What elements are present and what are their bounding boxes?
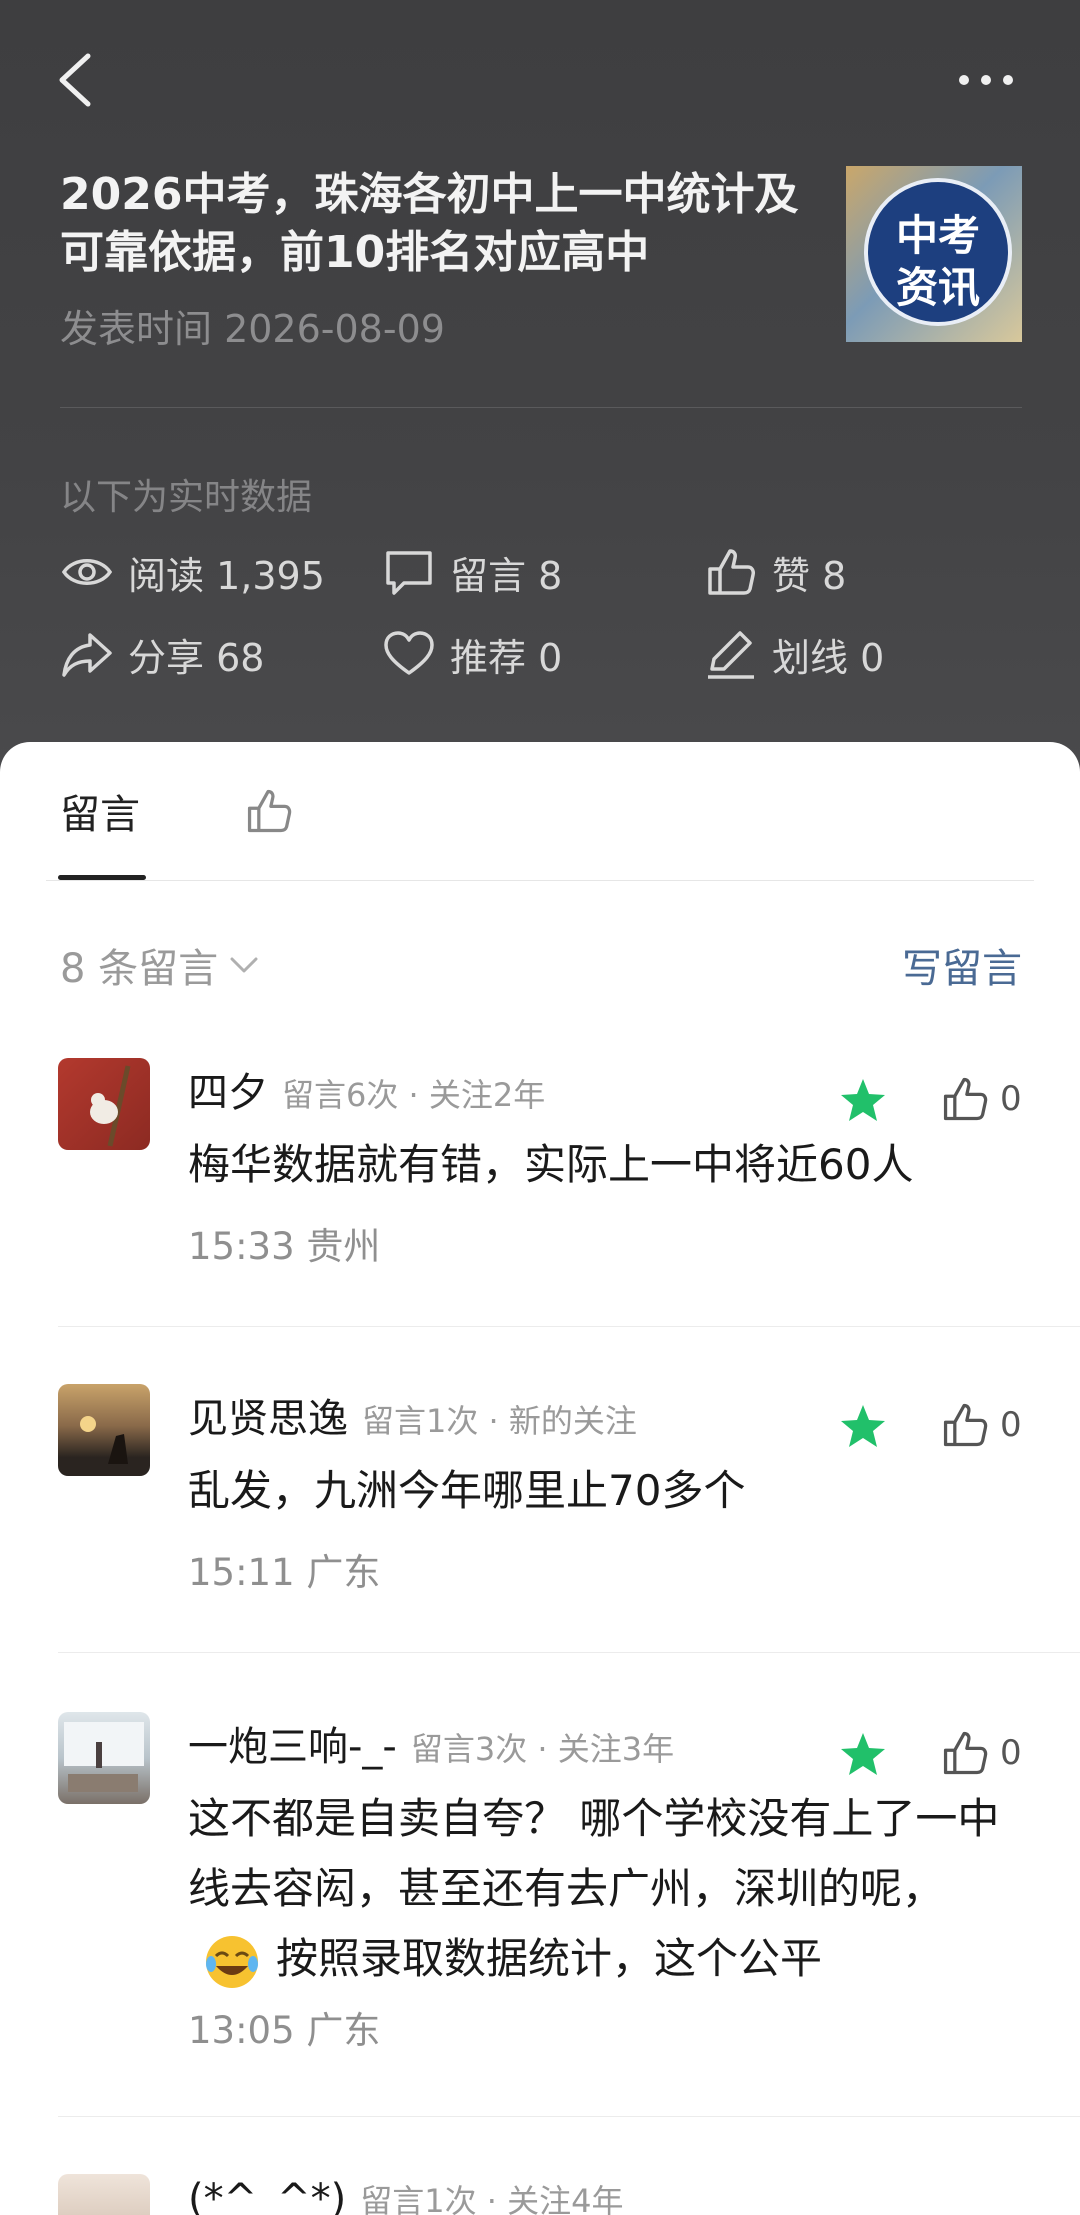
comment-like-button[interactable]: 0 (940, 1074, 1022, 1124)
thumbs-up-icon (943, 1731, 988, 1775)
comment-item: 四夕 留言6次 · 关注2年 0 梅华数据就有错，实际上一中将近60人 15:33… (0, 1058, 1080, 1338)
commenter-meta: 留言1次 · 新的关注 (362, 1402, 637, 1440)
more-options-icon[interactable] (958, 70, 1014, 90)
commenter-meta: 留言1次 · 关注4年 (360, 2182, 624, 2215)
article-header: 2026中考，珠海各初中上一中统计及可靠依据，前10排名对应高中 发表时间 20… (0, 0, 1080, 780)
chevron-down-icon (230, 957, 258, 973)
comment-count-label: 8 条留言 (60, 946, 219, 992)
tears-of-joy-emoji-icon (206, 1935, 258, 1988)
share-icon (62, 633, 112, 677)
stat-reads: 阅读 1,395 (60, 544, 325, 600)
stat-reads-label: 阅读 1,395 (128, 553, 325, 598)
back-arrow-icon[interactable] (52, 50, 100, 110)
tab-divider (46, 880, 1034, 881)
comment-like-count: 0 (1000, 1733, 1022, 1773)
stat-likes: 赞 8 (704, 544, 846, 600)
tab-likes-thumbs-up-icon[interactable] (244, 786, 294, 836)
thumbs-up-icon (708, 549, 755, 595)
stat-comments-label: 留言 8 (450, 553, 563, 598)
thumbnail-text-line2: 资讯 (895, 263, 980, 312)
comment-separator (58, 1326, 1080, 1327)
pen-icon (708, 631, 754, 679)
tab-comments[interactable]: 留言 (60, 782, 140, 840)
comments-panel: 留言 8 条留言 写留言 四夕 留言6次 · 关注2年 0 梅华数据就有错，实际上… (0, 742, 1080, 2215)
write-comment-button[interactable]: 写留言 (902, 936, 1022, 994)
commenter-name[interactable]: 一炮三响-_- 留言3次 · 关注3年 (188, 1714, 674, 1772)
stat-underline: 划线 0 (704, 626, 884, 682)
eye-icon (61, 559, 113, 585)
commenter-name[interactable]: 见贤思逸 留言1次 · 新的关注 (188, 1386, 637, 1444)
comment-icon (386, 551, 432, 595)
header-divider (60, 407, 1022, 408)
comment-text: 乱发，九洲今年哪里止70多个 (188, 1466, 746, 1515)
thumbs-up-icon (943, 1403, 988, 1447)
commenter-meta: 留言6次 · 关注2年 (282, 1076, 546, 1114)
comment-text-part1: 这不都是自卖自夸？ 哪个学校没有上了一中线去容闳，甚至还有去广州，深圳的呢， (188, 1794, 1000, 1913)
comment-time-location: 13:05 广东 (188, 2009, 381, 2052)
commenter-name-text: 见贤思逸 (188, 1396, 348, 1442)
publish-date: 发表时间 2026-08-09 (60, 307, 445, 351)
comment-text: 这不都是自卖自夸？ 哪个学校没有上了一中线去容闳，甚至还有去广州，深圳的呢， 按照… (188, 1784, 1028, 1994)
avatar[interactable] (58, 1712, 150, 1804)
stat-shares-label: 分享 68 (128, 635, 265, 680)
comment-like-button[interactable]: 0 (940, 1400, 1022, 1450)
avatar[interactable] (58, 1384, 150, 1476)
article-title: 2026中考，珠海各初中上一中统计及可靠依据，前10排名对应高中 (60, 169, 799, 278)
avatar[interactable] (58, 2174, 150, 2215)
stat-comments: 留言 8 (382, 544, 562, 600)
realtime-label: 以下为实时数据 (60, 477, 313, 518)
commenter-name[interactable]: (*^_^*) 留言1次 · 关注4年 (188, 2176, 624, 2215)
stat-underline-label: 划线 0 (772, 635, 885, 680)
commenter-name-text: 一炮三响-_- (188, 1724, 397, 1770)
stat-shares: 分享 68 (60, 626, 264, 682)
thumbs-up-icon (943, 1077, 988, 1121)
comment-text-part2: 按照录取数据统计，这个公平 (276, 1934, 823, 1983)
comment-item: (*^_^*) 留言1次 · 关注4年 (0, 2174, 1080, 2215)
commenter-name-text: 四夕 (188, 1070, 268, 1116)
featured-star-icon[interactable] (838, 1076, 888, 1126)
comment-separator (58, 1652, 1080, 1653)
commenter-meta: 留言3次 · 关注3年 (410, 1730, 675, 1768)
stat-recommend: 推荐 0 (382, 626, 562, 682)
comment-like-count: 0 (1000, 1079, 1022, 1119)
heart-icon (384, 631, 434, 675)
commenter-name[interactable]: 四夕 留言6次 · 关注2年 (188, 1060, 545, 1118)
comment-text: 梅华数据就有错，实际上一中将近60人 (188, 1140, 914, 1189)
comment-time-location: 15:11 广东 (188, 1551, 381, 1594)
comment-separator (58, 2116, 1080, 2117)
comment-like-count: 0 (1000, 1405, 1022, 1445)
avatar[interactable] (58, 1058, 150, 1150)
featured-star-icon[interactable] (838, 1730, 888, 1780)
article-thumbnail[interactable]: 中考 资讯 (846, 166, 1022, 342)
comment-like-button[interactable]: 0 (940, 1728, 1022, 1778)
comment-time-location: 15:33 贵州 (188, 1225, 381, 1268)
comment-item: 一炮三响-_- 留言3次 · 关注3年 0 这不都是自卖自夸？ 哪个学校没有上了一… (0, 1712, 1080, 2172)
stat-likes-label: 赞 8 (772, 553, 847, 598)
comment-count-dropdown[interactable]: 8 条留言 (60, 936, 264, 994)
stat-recommend-label: 推荐 0 (450, 635, 563, 680)
featured-star-icon[interactable] (838, 1402, 888, 1452)
commenter-name-text: (*^_^*) (188, 2176, 347, 2215)
comment-item: 见贤思逸 留言1次 · 新的关注 0 乱发，九洲今年哪里止70多个 15:11 广… (0, 1384, 1080, 1664)
